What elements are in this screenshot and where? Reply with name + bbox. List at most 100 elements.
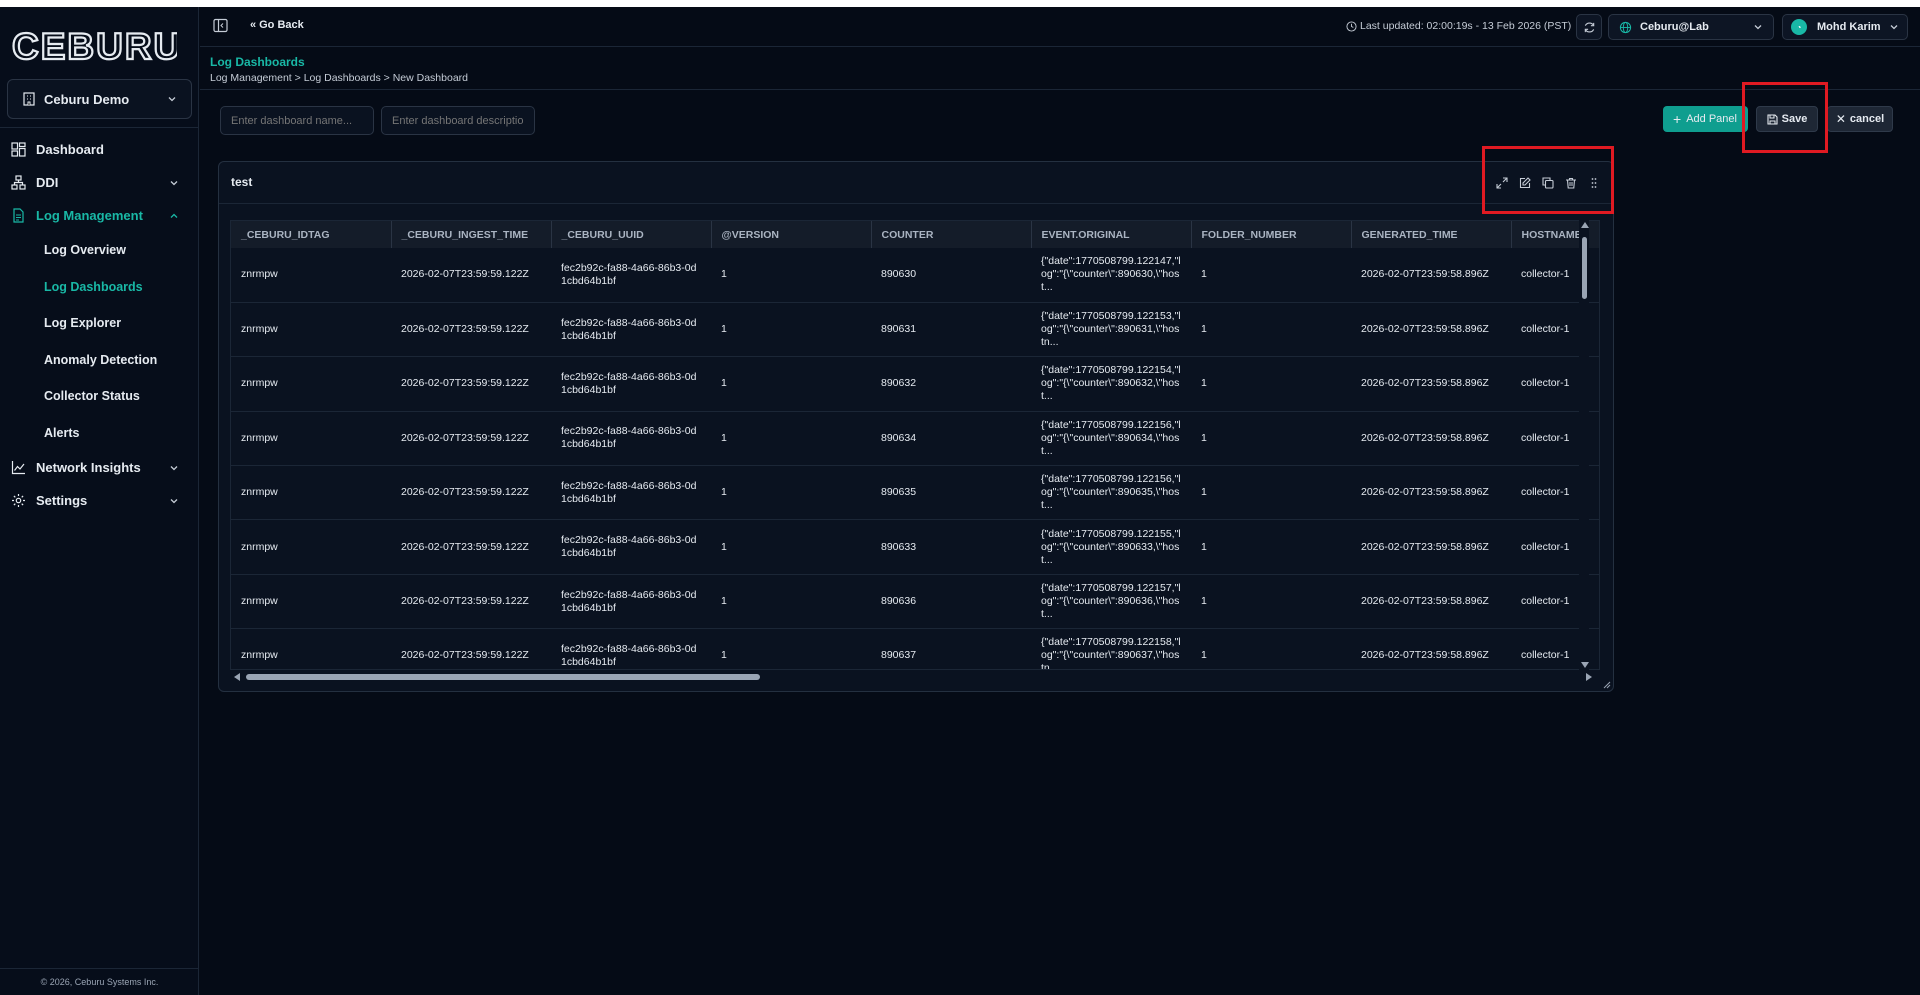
event-original-text: {"date":1770508799.122155,"log":"{\"coun… <box>1041 527 1181 566</box>
column-header[interactable]: _CEBURU_INGEST_TIME <box>391 221 552 248</box>
dashboard-description-input[interactable] <box>381 106 535 135</box>
dashboard-icon <box>11 142 26 157</box>
table-row[interactable]: znrmpw 2026-02-07T23:59:59.122Z fec2b92c-f… <box>231 411 1599 467</box>
table-cell: {"date":1770508799.122154,"log":"{\"coun… <box>1031 356 1191 412</box>
table-cell: fec2b92c-fa88-4a66-86b3-0d1cbd64b1bf <box>551 465 711 521</box>
sidebar-item-settings[interactable]: Settings <box>0 484 199 517</box>
log-table-grid: _CEBURU_IDTAG _CEBURU_INGEST_TIME _CEBUR… <box>231 221 1599 670</box>
document-icon <box>13 208 24 223</box>
table-cell: 1 <box>711 628 871 669</box>
table-row[interactable]: znrmpw 2026-02-07T23:59:59.122Z fec2b92c-f… <box>231 302 1599 358</box>
sidebar-subitem-collector-status[interactable]: Collector Status <box>0 378 199 415</box>
sidebar-item-log-management[interactable]: Log Management <box>0 199 199 232</box>
column-header[interactable]: EVENT.ORIGINAL <box>1031 221 1192 248</box>
table-cell: 890637 <box>871 628 1031 669</box>
ceburu-logo[interactable]: CEBURU <box>12 26 177 66</box>
sidebar-item-dashboard[interactable]: Dashboard <box>0 133 199 166</box>
breadcrumb[interactable]: Log Management > Log Dashboards > New Da… <box>210 72 468 84</box>
event-original-text: {"date":1770508799.122157,"log":"{\"coun… <box>1041 582 1181 621</box>
panel-title: test <box>231 175 253 189</box>
sidebar-toggle-icon[interactable] <box>213 18 228 33</box>
table-cell: 2026-02-07T23:59:59.122Z <box>391 574 551 630</box>
table-cell: 890634 <box>871 411 1031 467</box>
chevron-down-icon <box>170 181 178 186</box>
sidebar-nav: Dashboard DDI Log Management Log Overvie… <box>0 133 199 517</box>
add-panel-label: Add Panel <box>1686 113 1737 125</box>
table-row[interactable]: znrmpw 2026-02-07T23:59:59.122Z fec2b92c-f… <box>231 356 1599 412</box>
page-title: Log Dashboards <box>210 55 305 69</box>
table-cell: 1 <box>711 519 871 575</box>
scroll-down-icon[interactable] <box>1581 662 1589 668</box>
column-header[interactable]: FOLDER_NUMBER <box>1191 221 1352 248</box>
refresh-button[interactable] <box>1576 14 1602 40</box>
table-cell: 1 <box>1191 411 1351 467</box>
org-select[interactable]: Ceburu Demo <box>7 79 192 119</box>
event-original-text: {"date":1770508799.122156,"log":"{\"coun… <box>1041 473 1181 512</box>
table-cell: znrmpw <box>231 411 391 467</box>
table-cell: {"date":1770508799.122157,"log":"{\"coun… <box>1031 574 1191 630</box>
table-cell: {"date":1770508799.122158,"log":"{\"coun… <box>1031 628 1191 670</box>
table-row[interactable]: znrmpw 2026-02-07T23:59:59.122Z fec2b92c-f… <box>231 465 1599 521</box>
table-cell: {"date":1770508799.122155,"log":"{\"coun… <box>1031 519 1191 575</box>
sidebar-subitem-log-explorer[interactable]: Log Explorer <box>0 305 199 342</box>
sidebar-item-label: Settings <box>36 493 88 508</box>
table-row[interactable]: znrmpw 2026-02-07T23:59:59.122Z fec2b92c-f… <box>231 574 1599 630</box>
table-cell: 2026-02-07T23:59:58.896Z <box>1351 411 1511 467</box>
header-divider <box>200 89 1920 90</box>
sidebar-footer-divider <box>0 968 199 969</box>
horizontal-scrollbar[interactable] <box>230 670 1600 682</box>
resize-handle-icon[interactable] <box>1603 681 1611 689</box>
sidebar-subitem-alerts[interactable]: Alerts <box>0 415 199 452</box>
highlight-save-box <box>1742 82 1828 153</box>
last-updated: Last updated: 02:00:19s - 13 Feb 2026 (P… <box>1346 20 1571 32</box>
sidebar-item-label: DDI <box>36 175 59 190</box>
table-cell: 2026-02-07T23:59:59.122Z <box>391 356 551 412</box>
sidebar-divider <box>0 127 199 128</box>
go-back-button[interactable]: « Go Back <box>250 19 304 31</box>
table-cell: 2026-02-07T23:59:58.896Z <box>1351 356 1511 412</box>
table-cell: znrmpw <box>231 574 391 630</box>
event-original-text: {"date":1770508799.122158,"log":"{\"coun… <box>1041 636 1181 670</box>
table-cell: 2026-02-07T23:59:58.896Z <box>1351 302 1511 358</box>
table-cell: 2026-02-07T23:59:59.122Z <box>391 519 551 575</box>
column-header[interactable]: COUNTER <box>871 221 1032 248</box>
table-cell: znrmpw <box>231 628 391 669</box>
svg-text:CEBURU: CEBURU <box>12 26 177 66</box>
table-row[interactable]: znrmpw 2026-02-07T23:59:59.122Z fec2b92c-f… <box>231 628 1599 670</box>
table-row[interactable]: znrmpw 2026-02-07T23:59:59.122Z fec2b92c-f… <box>231 519 1599 575</box>
column-header[interactable]: @VERSION <box>711 221 872 248</box>
sidebar-subitem-anomaly-detection[interactable]: Anomaly Detection <box>0 342 199 379</box>
cancel-button[interactable]: ✕ cancel <box>1827 106 1893 132</box>
sidebar-subitem-log-dashboards[interactable]: Log Dashboards <box>0 269 199 306</box>
go-back-label: Go Back <box>259 19 304 31</box>
column-header[interactable]: _CEBURU_IDTAG <box>231 221 392 248</box>
scroll-up-icon[interactable] <box>1581 222 1589 228</box>
event-original-text: {"date":1770508799.122154,"log":"{\"coun… <box>1041 364 1181 403</box>
scroll-thumb[interactable] <box>1582 237 1587 299</box>
refresh-icon <box>1584 21 1594 33</box>
sidebar-subitem-label: Log Dashboards <box>44 279 143 294</box>
dashboard-panel: test _CEBURU_IDTAG _CEBURU_INGEST_TIME _… <box>218 161 1614 692</box>
vertical-scrollbar[interactable] <box>1579 220 1589 670</box>
event-original-text: {"date":1770508799.122147,"log":"{\"coun… <box>1041 255 1181 294</box>
column-header[interactable]: _CEBURU_UUID <box>551 221 712 248</box>
double-chevron-left-icon: « <box>250 19 257 31</box>
table-cell: fec2b92c-fa88-4a66-86b3-0d1cbd64b1bf <box>551 302 711 358</box>
sidebar-subitem-log-overview[interactable]: Log Overview <box>0 232 199 269</box>
add-panel-button[interactable]: + Add Panel <box>1663 106 1748 132</box>
workspace-select[interactable]: Ceburu@Lab <box>1608 14 1774 40</box>
table-cell: 2026-02-07T23:59:58.896Z <box>1351 465 1511 521</box>
dashboard-name-input[interactable] <box>220 106 374 135</box>
column-header[interactable]: GENERATED_TIME <box>1351 221 1512 248</box>
table-body: znrmpw 2026-02-07T23:59:59.122Z fec2b92c-f… <box>231 248 1599 670</box>
table-cell: 2026-02-07T23:59:58.896Z <box>1351 248 1511 303</box>
table-cell: znrmpw <box>231 248 391 303</box>
sidebar-item-ddi[interactable]: DDI <box>0 166 199 199</box>
scroll-thumb[interactable] <box>246 674 760 680</box>
sidebar-item-network-insights[interactable]: Network Insights <box>0 451 199 484</box>
table-row[interactable]: znrmpw 2026-02-07T23:59:59.122Z fec2b92c-f… <box>231 248 1599 303</box>
user-menu[interactable]: ◔ Mohd Karim <box>1782 14 1908 40</box>
scroll-left-icon[interactable] <box>234 673 240 681</box>
avatar: ◔ <box>1791 19 1807 35</box>
scroll-right-icon[interactable] <box>1586 673 1592 681</box>
